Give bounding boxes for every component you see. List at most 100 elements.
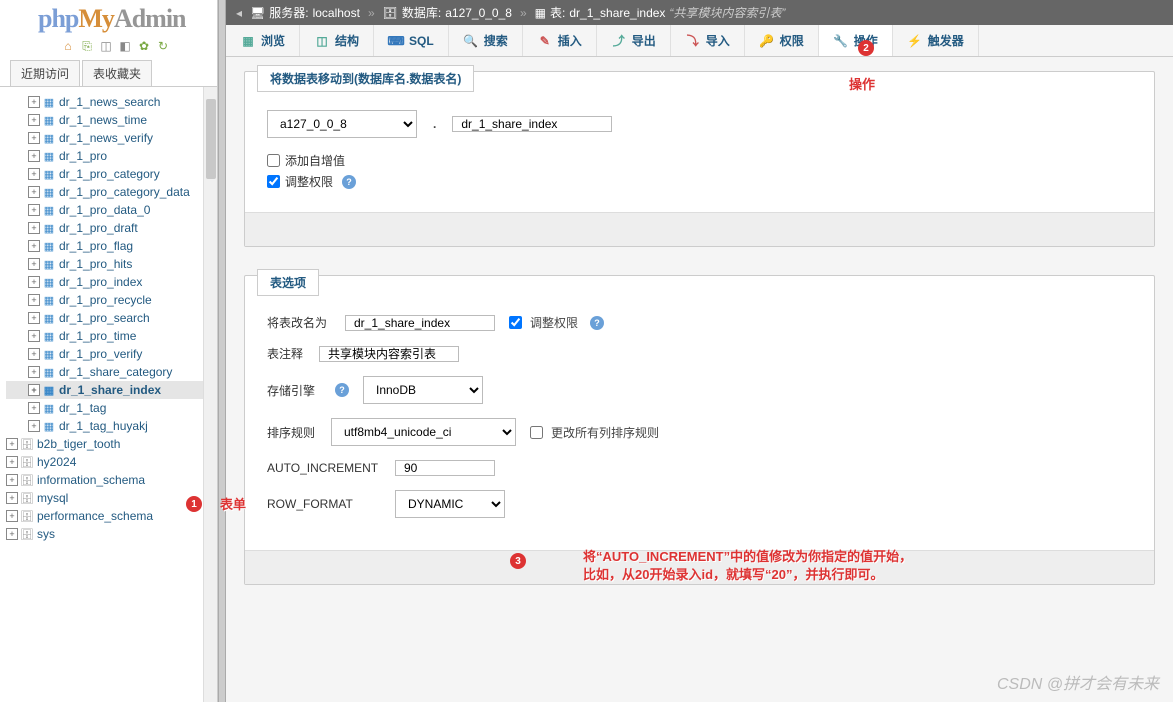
tab-操作[interactable]: 🔧操作 [819, 25, 893, 56]
expand-icon[interactable]: + [6, 438, 18, 450]
tab-导入[interactable]: ⤵导入 [671, 25, 745, 56]
refresh-icon[interactable]: ↻ [155, 38, 171, 54]
scrollbar[interactable] [203, 87, 217, 702]
autoincrement-input[interactable] [395, 460, 495, 476]
tree-table-item[interactable]: +▦dr_1_tag [6, 399, 217, 417]
cb-add-autoincrement[interactable] [267, 154, 280, 167]
expand-icon[interactable]: + [28, 240, 40, 252]
comment-label: 表注释 [267, 345, 311, 362]
expand-icon[interactable]: + [28, 420, 40, 432]
tree-table-item[interactable]: +▦dr_1_pro_hits [6, 255, 217, 273]
database-icon: 🗄 [20, 527, 34, 541]
tree-table-item[interactable]: +▦dr_1_pro_index [6, 273, 217, 291]
tree-table-item[interactable]: +▦dr_1_share_category [6, 363, 217, 381]
tree-db-item[interactable]: +🗄hy2024 [6, 453, 217, 471]
cb-rename-adjust-label: 调整权限 [530, 314, 578, 331]
help-icon[interactable]: ? [335, 383, 349, 397]
help-icon[interactable]: ? [590, 316, 604, 330]
logout-icon[interactable]: ⎘ [79, 38, 95, 54]
tree-table-item[interactable]: +▦dr_1_pro_category_data [6, 183, 217, 201]
expand-icon[interactable]: + [28, 258, 40, 270]
tree-table-item[interactable]: +▦dr_1_pro_data_0 [6, 201, 217, 219]
tree-table-item[interactable]: +▦dr_1_share_index [6, 381, 217, 399]
bc-server[interactable]: localhost [313, 6, 360, 20]
tab-结构[interactable]: ◫结构 [300, 25, 374, 56]
content: ◂ 🖥 服务器: localhost » 🗄 数据库: a127_0_0_8 »… [226, 0, 1173, 702]
collation-label: 排序规则 [267, 424, 323, 441]
tree-table-item[interactable]: +▦dr_1_pro_time [6, 327, 217, 345]
tab-导出[interactable]: ⤴导出 [597, 25, 671, 56]
tree-table-item[interactable]: +▦dr_1_pro_verify [6, 345, 217, 363]
tree-table-item[interactable]: +▦dr_1_tag_huyakj [6, 417, 217, 435]
expand-icon[interactable]: + [28, 312, 40, 324]
table-icon: ▦ [42, 311, 56, 325]
tree-db-item[interactable]: +🗄information_schema [6, 471, 217, 489]
expand-icon[interactable]: + [6, 492, 18, 504]
expand-icon[interactable]: + [28, 294, 40, 306]
cb-rename-adjust-priv[interactable] [509, 316, 522, 329]
expand-icon[interactable]: + [28, 330, 40, 342]
expand-icon[interactable]: + [28, 348, 40, 360]
expand-icon[interactable]: + [28, 186, 40, 198]
settings-icon[interactable]: ✿ [136, 38, 152, 54]
tab-SQL[interactable]: ⌨SQL [374, 25, 449, 56]
tab-favorites[interactable]: 表收藏夹 [82, 60, 152, 86]
database-icon: 🗄 [20, 491, 34, 505]
expand-icon[interactable]: + [28, 132, 40, 144]
bc-db[interactable]: a127_0_0_8 [445, 6, 512, 20]
cb-change-all-collations[interactable] [530, 426, 543, 439]
tree-table-item[interactable]: +▦dr_1_pro [6, 147, 217, 165]
tab-浏览[interactable]: ▦浏览 [226, 25, 300, 56]
cb-adjust-privileges[interactable] [267, 175, 280, 188]
tree-table-item[interactable]: +▦dr_1_news_time [6, 111, 217, 129]
tab-icon: 🔧 [833, 33, 849, 49]
expand-icon[interactable]: + [6, 456, 18, 468]
expand-icon[interactable]: + [28, 384, 40, 396]
tree-table-item[interactable]: +▦dr_1_news_search [6, 93, 217, 111]
collation-select[interactable]: utf8mb4_unicode_ci [331, 418, 516, 446]
resize-handle[interactable] [218, 0, 226, 702]
docs-icon[interactable]: ◫ [98, 38, 114, 54]
tree-table-item[interactable]: +▦dr_1_pro_flag [6, 237, 217, 255]
expand-icon[interactable]: + [6, 510, 18, 522]
bc-table[interactable]: dr_1_share_index [569, 6, 665, 20]
home-icon[interactable]: ⌂ [60, 38, 76, 54]
expand-icon[interactable]: + [6, 528, 18, 540]
tree-db-item[interactable]: +🗄b2b_tiger_tooth [6, 435, 217, 453]
expand-icon[interactable]: + [28, 168, 40, 180]
expand-icon[interactable]: + [28, 276, 40, 288]
tree-table-item[interactable]: +▦dr_1_pro_search [6, 309, 217, 327]
engine-select[interactable]: InnoDB [363, 376, 483, 404]
rename-input[interactable] [345, 315, 495, 331]
logo[interactable]: phpMyAdmin [0, 0, 217, 36]
expand-icon[interactable]: + [6, 474, 18, 486]
tree-table-item[interactable]: +▦dr_1_pro_recycle [6, 291, 217, 309]
expand-icon[interactable]: + [28, 96, 40, 108]
tab-触发器[interactable]: ⚡触发器 [893, 25, 979, 56]
help-icon[interactable]: ? [342, 175, 356, 189]
expand-icon[interactable]: + [28, 204, 40, 216]
comment-input[interactable] [319, 346, 459, 362]
tab-icon: ⌨ [388, 33, 404, 49]
tab-recent[interactable]: 近期访问 [10, 60, 80, 86]
tab-插入[interactable]: ✎插入 [523, 25, 597, 56]
table-icon: ▦ [535, 6, 546, 20]
rename-label: 将表改名为 [267, 314, 337, 331]
nav-icon[interactable]: ◧ [117, 38, 133, 54]
expand-icon[interactable]: + [28, 150, 40, 162]
tree-table-item[interactable]: +▦dr_1_pro_draft [6, 219, 217, 237]
tab-搜索[interactable]: 🔍搜索 [449, 25, 523, 56]
expand-icon[interactable]: + [28, 366, 40, 378]
expand-icon[interactable]: + [28, 402, 40, 414]
move-db-select[interactable]: a127_0_0_8 [267, 110, 417, 138]
move-table-input[interactable] [452, 116, 612, 132]
tree-db-item[interactable]: +🗄sys [6, 525, 217, 543]
tree-table-item[interactable]: +▦dr_1_news_verify [6, 129, 217, 147]
expand-icon[interactable]: + [28, 222, 40, 234]
tree-db-item[interactable]: +🗄performance_schema [6, 507, 217, 525]
rowformat-select[interactable]: DYNAMIC [395, 490, 505, 518]
tab-icon: ⤴ [611, 33, 627, 49]
expand-icon[interactable]: + [28, 114, 40, 126]
tab-权限[interactable]: 🔑权限 [745, 25, 819, 56]
tree-table-item[interactable]: +▦dr_1_pro_category [6, 165, 217, 183]
